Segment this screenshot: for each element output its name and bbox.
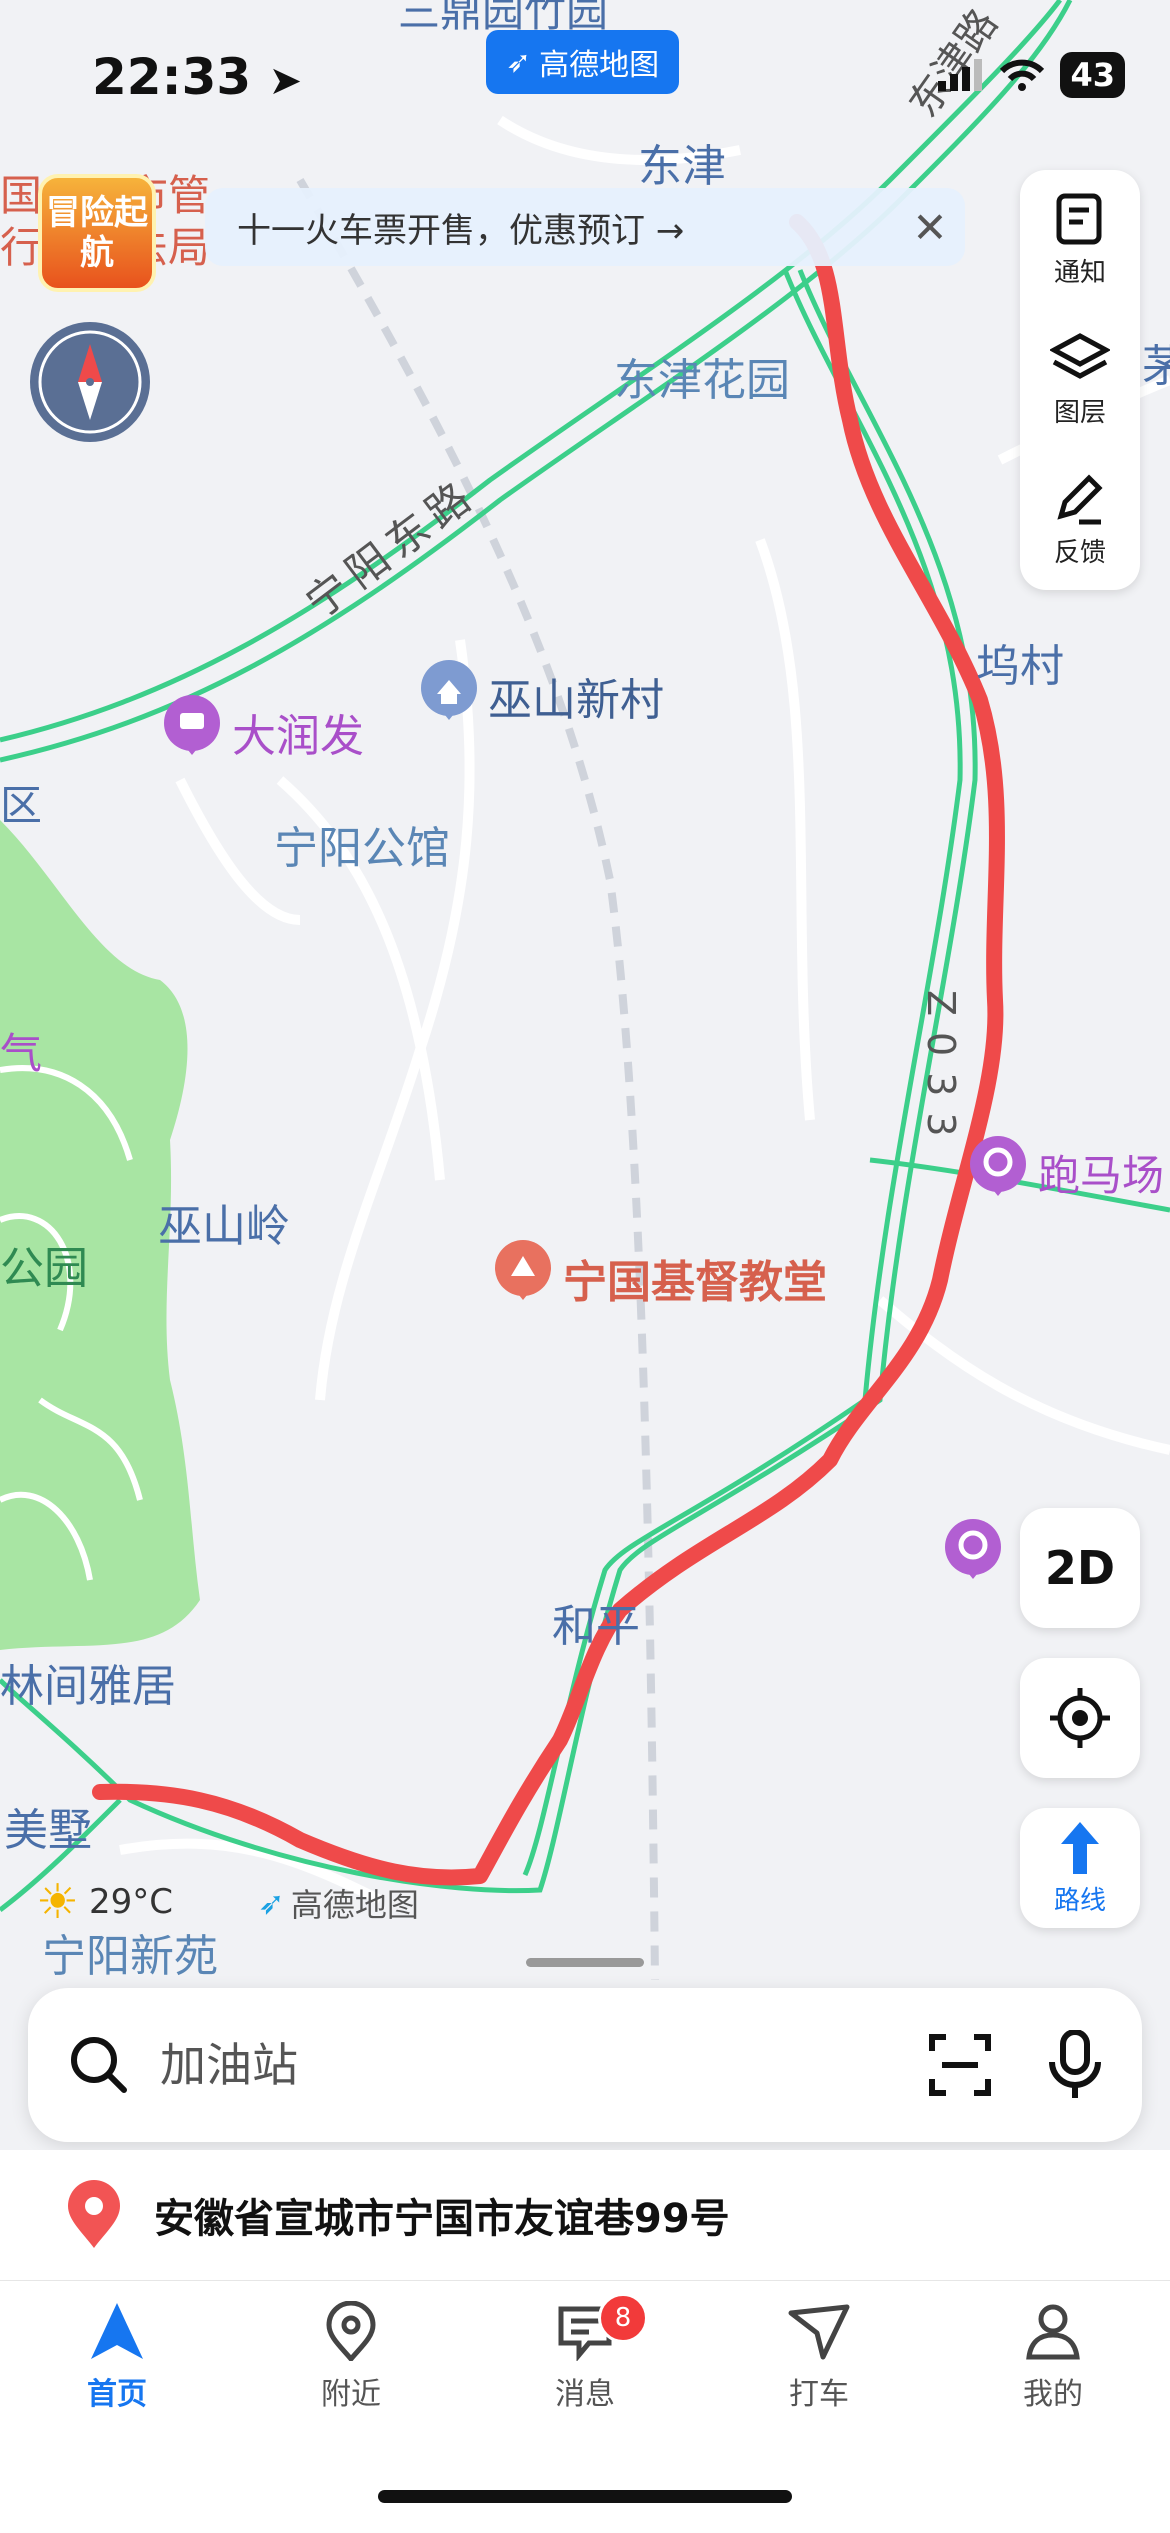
current-address: 安徽省宣城市宁国市友谊巷99号 xyxy=(154,2196,730,2242)
label-darunfa[interactable]: 大润发 xyxy=(232,700,364,764)
view-mode-2d-button[interactable]: 2D xyxy=(1020,1508,1140,1628)
notice-icon xyxy=(1056,193,1102,244)
battery-indicator: 43 xyxy=(1060,52,1125,98)
amap-logo-icon: ➶ xyxy=(506,44,532,80)
messages-badge: 8 xyxy=(598,2293,648,2343)
microphone-icon[interactable] xyxy=(1048,2030,1102,2100)
status-icons: 43 xyxy=(938,52,1125,98)
tab-home[interactable]: 首页 xyxy=(0,2281,234,2533)
route-label: 路线 xyxy=(1053,1885,1106,1916)
amap-watermark-icon: ➶ xyxy=(258,1884,285,1922)
label-left-gongyuan: 公园 xyxy=(0,1243,88,1294)
taxi-icon xyxy=(788,2304,850,2360)
poi-church-icon xyxy=(495,1240,551,1300)
label-left-qi: 气 xyxy=(0,1029,43,1078)
home-nav-arrow-icon xyxy=(91,2303,143,2359)
notice-label: 通知 xyxy=(1053,257,1106,288)
status-time: 22:33 ➤ xyxy=(92,48,303,106)
route-arrow-icon xyxy=(1061,1821,1099,1874)
weather-temp: 29°C xyxy=(89,1882,174,1922)
label-linjianyaju: 林间雅居 xyxy=(0,1661,176,1712)
locate-icon xyxy=(1050,1688,1110,1748)
search-input[interactable] xyxy=(158,2037,928,2093)
nearby-pin-icon xyxy=(326,2301,376,2361)
wifi-icon xyxy=(1000,59,1045,91)
tab-taxi-label: 打车 xyxy=(789,2377,849,2412)
tab-profile-label: 我的 xyxy=(1023,2377,1083,2412)
promo-badge[interactable]: 冒险起航 xyxy=(38,174,156,292)
tab-nearby-label: 附近 xyxy=(321,2377,381,2412)
feedback-button[interactable]: 反馈 xyxy=(1020,450,1140,590)
label-wucun: 坞村 xyxy=(976,641,1064,692)
layers-label: 图层 xyxy=(1053,397,1106,428)
label-church[interactable]: 宁国基督教堂 xyxy=(563,1246,827,1310)
sun-icon: ☀ xyxy=(36,1874,80,1930)
compass-button[interactable] xyxy=(30,322,150,442)
location-pin-icon xyxy=(68,2180,120,2248)
label-dongjin-garden: 东津花园 xyxy=(614,355,790,406)
label-dongjin: 东津 xyxy=(638,141,726,192)
route-button[interactable]: 路线 xyxy=(1020,1808,1140,1928)
route-line xyxy=(92,214,1005,1886)
banner-close-icon[interactable]: ✕ xyxy=(895,203,965,252)
signal-icon xyxy=(938,59,983,91)
feedback-icon xyxy=(1057,473,1103,524)
layers-button[interactable]: 图层 xyxy=(1020,310,1140,450)
poi-right-icon xyxy=(945,1519,1001,1579)
label-wushan-village[interactable]: 巫山新村 xyxy=(488,664,664,728)
search-bar[interactable] xyxy=(28,1988,1142,2142)
banner-text[interactable]: 十一火车票开售，优惠预订 → xyxy=(237,203,895,252)
label-heping: 和平 xyxy=(552,1601,640,1652)
search-icon xyxy=(71,2037,127,2093)
current-address-row[interactable]: 安徽省宣城市宁国市友谊巷99号 xyxy=(0,2150,1170,2280)
tab-profile[interactable]: 我的 xyxy=(936,2281,1170,2533)
road-label-ningyang-east: 宁阳东路 xyxy=(297,468,486,628)
weather-widget[interactable]: ☀ 29°C xyxy=(36,1874,173,1930)
compass-icon xyxy=(38,330,142,434)
notice-button[interactable]: 通知 xyxy=(1020,170,1140,310)
feedback-label: 反馈 xyxy=(1053,537,1106,568)
label-meishu: 美墅 xyxy=(4,1805,92,1856)
profile-icon xyxy=(1026,2304,1080,2360)
road-label-z033: Z033 xyxy=(919,990,963,1153)
poi-paomachang-icon xyxy=(970,1136,1026,1196)
amap-watermark: ➶ 高德地图 xyxy=(258,1884,419,1924)
amap-top-logo: ➶ 高德地图 xyxy=(486,30,680,94)
sheet-drag-handle[interactable] xyxy=(526,1958,644,1967)
label-wushanling: 巫山岭 xyxy=(158,1201,290,1252)
label-paomachang[interactable]: 跑马场 xyxy=(1038,1142,1164,1203)
map-tool-panel: 通知 图层 反馈 xyxy=(1020,170,1140,590)
railway xyxy=(296,177,659,1981)
label-right-edge: 茅 xyxy=(1142,341,1170,392)
location-arrow-icon: ➤ xyxy=(268,58,303,104)
promo-banner[interactable]: 十一火车票开售，优惠预订 → ✕ xyxy=(205,188,965,266)
layers-icon xyxy=(1050,332,1110,379)
label-ningyang-mansion: 宁阳公馆 xyxy=(274,823,450,874)
home-indicator xyxy=(378,2490,792,2503)
tab-home-label: 首页 xyxy=(87,2377,147,2412)
locate-me-button[interactable] xyxy=(1020,1658,1140,1778)
tab-messages-label: 消息 xyxy=(555,2377,615,2412)
label-left-qu: 区 xyxy=(0,781,43,830)
scan-icon[interactable] xyxy=(928,2033,992,2097)
poi-darunfa-icon xyxy=(164,695,220,755)
